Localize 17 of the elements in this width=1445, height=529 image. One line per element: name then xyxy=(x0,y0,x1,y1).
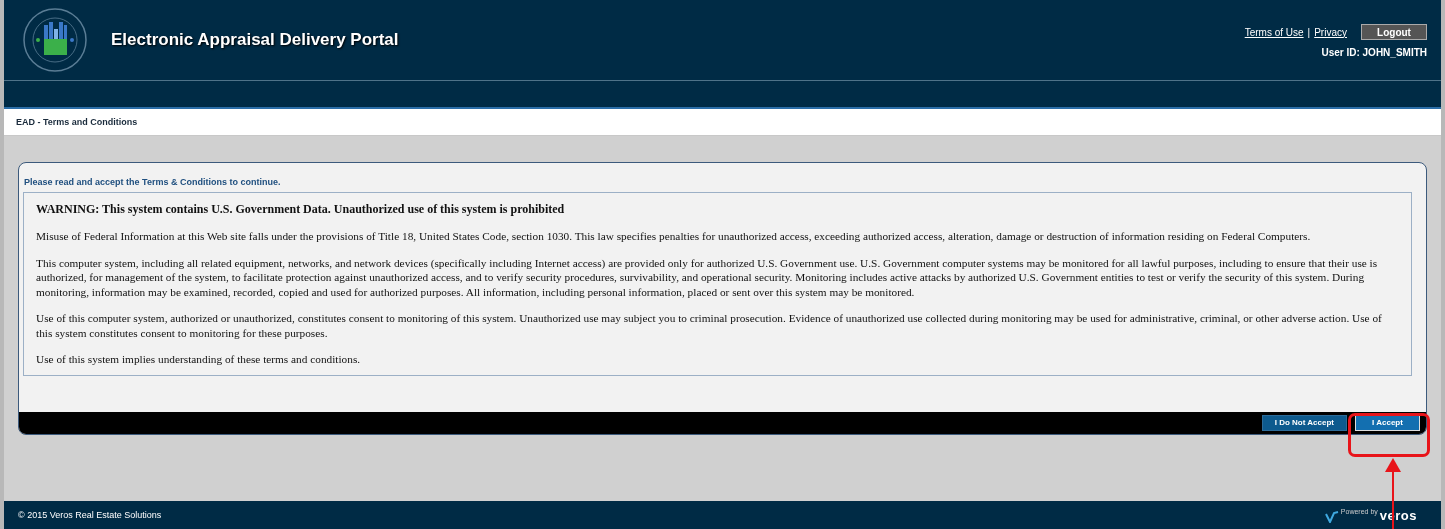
warning-heading: WARNING: This system contains U.S. Government Data. Unauthorized use of this system is prohibited xyxy=(36,202,566,217)
decline-button[interactable]: I Do Not Accept xyxy=(1261,414,1347,431)
seal-logo-icon xyxy=(22,7,88,73)
user-id: User ID: JOHN_SMITH xyxy=(1321,47,1427,58)
logout-button[interactable]: Logout xyxy=(1361,24,1427,40)
terms-paragraph: Use of this system implies understanding of these terms and conditions. xyxy=(36,352,362,367)
link-separator: | xyxy=(1307,26,1311,38)
instruction-text: Please read and accept the Terms & Conditions to continue. xyxy=(23,176,282,189)
terms-paragraph: This computer system, including all related equipment, networks, and network devices (specifically including Internet access) are provided only for authorized U.S. Government use. U.S. Government computer systems may be monitored for all lawful purposes, including to ensure that their use is authorized, for management of the system, to facilitate protection against unauthorized access, and to verify security procedures, survivability, and operational security. Monitoring includes active attacks by authorized U.S. Government entities to test or verify the security of this system. During monitoring, information may be examined, recorded, copied and used for authorized purposes. All information, including personal information, placed or sent over this system may be monitored. xyxy=(36,255,1379,299)
copyright-text: © 2015 Veros Real Estate Solutions xyxy=(18,510,162,520)
terms-paragraph: Use of this computer system, authorized or unauthorized, constitutes consent to monitoring of this system. Unauthorized use may subject you to criminal prosecution. Evidence of unauthorized use collected during monitoring may be used for administrative, criminal, or other adverse action. Use of this system constitutes consent to monitoring for these purposes. xyxy=(36,311,1383,340)
terms-paragraph: Misuse of Federal Information at this Web site falls under the provisions of Title 18, United States Code, section 1030. This law specifies penalties for unauthorized access, exceeding authorized access, alteration, damage or destruction of information residing on Federal Computers. xyxy=(36,229,1312,244)
page-breadcrumb: EAD - Terms and Conditions xyxy=(16,117,138,127)
header-link[interactable]: Terms of Use xyxy=(1244,26,1304,38)
wave-icon xyxy=(1324,510,1339,523)
portal-title: Electronic Appraisal Delivery Portal xyxy=(111,30,400,50)
header-link[interactable]: Privacy xyxy=(1314,26,1347,38)
